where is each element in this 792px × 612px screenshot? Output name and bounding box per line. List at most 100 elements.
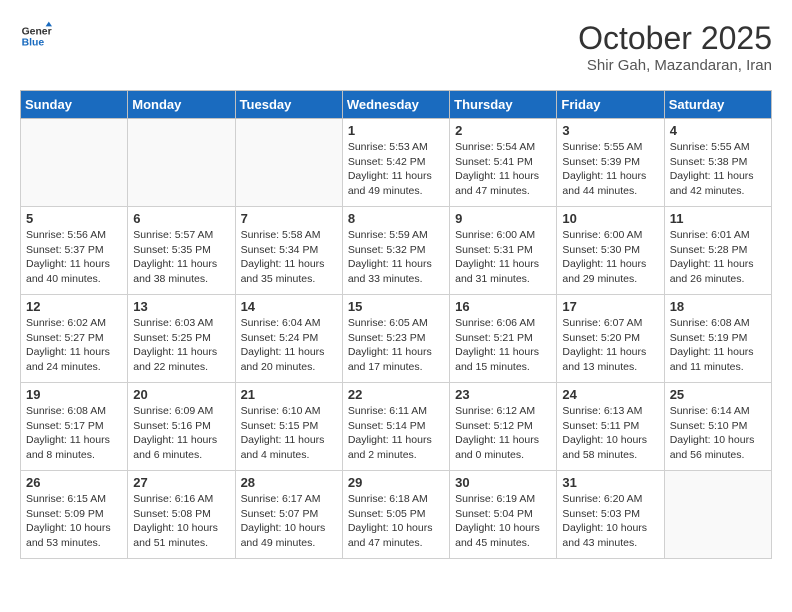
- cell-details: Sunrise: 6:18 AM Sunset: 5:05 PM Dayligh…: [348, 492, 444, 551]
- cell-details: Sunrise: 6:04 AM Sunset: 5:24 PM Dayligh…: [241, 316, 337, 375]
- calendar-cell: [21, 119, 128, 207]
- day-number: 24: [562, 387, 658, 402]
- calendar-cell: 5Sunrise: 5:56 AM Sunset: 5:37 PM Daylig…: [21, 207, 128, 295]
- cell-details: Sunrise: 6:15 AM Sunset: 5:09 PM Dayligh…: [26, 492, 122, 551]
- cell-details: Sunrise: 6:10 AM Sunset: 5:15 PM Dayligh…: [241, 404, 337, 463]
- weekday-header-row: SundayMondayTuesdayWednesdayThursdayFrid…: [21, 91, 772, 119]
- weekday-header-wednesday: Wednesday: [342, 91, 449, 119]
- day-number: 28: [241, 475, 337, 490]
- calendar-cell: 26Sunrise: 6:15 AM Sunset: 5:09 PM Dayli…: [21, 471, 128, 559]
- location-subtitle: Shir Gah, Mazandaran, Iran: [578, 57, 772, 74]
- calendar-cell: [235, 119, 342, 207]
- weekday-header-monday: Monday: [128, 91, 235, 119]
- cell-details: Sunrise: 6:00 AM Sunset: 5:31 PM Dayligh…: [455, 228, 551, 287]
- day-number: 30: [455, 475, 551, 490]
- cell-details: Sunrise: 6:02 AM Sunset: 5:27 PM Dayligh…: [26, 316, 122, 375]
- month-title: October 2025: [578, 20, 772, 57]
- calendar-cell: 27 Sunrise: 6:16 AM Sunset: 5:08 PM Dayli…: [128, 471, 235, 559]
- cell-details: Sunrise: 5:58 AM Sunset: 5:34 PM Dayligh…: [241, 228, 337, 287]
- day-number: 11: [670, 211, 766, 226]
- calendar-cell: 12Sunrise: 6:02 AM Sunset: 5:27 PM Dayli…: [21, 295, 128, 383]
- weekday-header-tuesday: Tuesday: [235, 91, 342, 119]
- svg-text:Blue: Blue: [22, 38, 45, 49]
- calendar-cell: 25Sunrise: 6:14 AM Sunset: 5:10 PM Dayli…: [664, 383, 771, 471]
- cell-details: Sunrise: 6:19 AM Sunset: 5:04 PM Dayligh…: [455, 492, 551, 551]
- day-number: 25: [670, 387, 766, 402]
- cell-details: Sunrise: 5:57 AM Sunset: 5:35 PM Dayligh…: [133, 228, 229, 287]
- calendar-cell: 29 Sunrise: 6:18 AM Sunset: 5:05 PM Dayli…: [342, 471, 449, 559]
- cell-details: Sunrise: 6:08 AM Sunset: 5:17 PM Dayligh…: [26, 404, 122, 463]
- calendar-week-3: 12Sunrise: 6:02 AM Sunset: 5:27 PM Dayli…: [21, 295, 772, 383]
- day-number: 1: [348, 123, 444, 138]
- day-number: 15: [348, 299, 444, 314]
- day-number: 22: [348, 387, 444, 402]
- day-number: 13: [133, 299, 229, 314]
- calendar-cell: 1 Sunrise: 5:53 AM Sunset: 5:42 PM Daylig…: [342, 119, 449, 207]
- day-number: 10: [562, 211, 658, 226]
- calendar-cell: 28 Sunrise: 6:17 AM Sunset: 5:07 PM Dayli…: [235, 471, 342, 559]
- day-number: 9: [455, 211, 551, 226]
- calendar-cell: [128, 119, 235, 207]
- calendar-cell: 7 Sunrise: 5:58 AM Sunset: 5:34 PM Daylig…: [235, 207, 342, 295]
- calendar-cell: 21 Sunrise: 6:10 AM Sunset: 5:15 PM Dayli…: [235, 383, 342, 471]
- cell-details: Sunrise: 5:55 AM Sunset: 5:39 PM Dayligh…: [562, 140, 658, 199]
- cell-details: Sunrise: 6:16 AM Sunset: 5:08 PM Dayligh…: [133, 492, 229, 551]
- cell-details: Sunrise: 6:17 AM Sunset: 5:07 PM Dayligh…: [241, 492, 337, 551]
- day-number: 6: [133, 211, 229, 226]
- calendar-cell: 4Sunrise: 5:55 AM Sunset: 5:38 PM Daylig…: [664, 119, 771, 207]
- logo-icon: General Blue: [20, 20, 52, 52]
- calendar-cell: 10 Sunrise: 6:00 AM Sunset: 5:30 PM Dayli…: [557, 207, 664, 295]
- cell-details: Sunrise: 6:09 AM Sunset: 5:16 PM Dayligh…: [133, 404, 229, 463]
- calendar-cell: 22 Sunrise: 6:11 AM Sunset: 5:14 PM Dayli…: [342, 383, 449, 471]
- calendar-week-2: 5Sunrise: 5:56 AM Sunset: 5:37 PM Daylig…: [21, 207, 772, 295]
- calendar-cell: 30 Sunrise: 6:19 AM Sunset: 5:04 PM Dayli…: [450, 471, 557, 559]
- calendar-cell: 16 Sunrise: 6:06 AM Sunset: 5:21 PM Dayli…: [450, 295, 557, 383]
- calendar-cell: 24 Sunrise: 6:13 AM Sunset: 5:11 PM Dayli…: [557, 383, 664, 471]
- svg-text:General: General: [22, 26, 52, 37]
- day-number: 3: [562, 123, 658, 138]
- calendar-cell: 2Sunrise: 5:54 AM Sunset: 5:41 PM Daylig…: [450, 119, 557, 207]
- cell-details: Sunrise: 6:08 AM Sunset: 5:19 PM Dayligh…: [670, 316, 766, 375]
- calendar-cell: 14Sunrise: 6:04 AM Sunset: 5:24 PM Dayli…: [235, 295, 342, 383]
- day-number: 17: [562, 299, 658, 314]
- cell-details: Sunrise: 6:06 AM Sunset: 5:21 PM Dayligh…: [455, 316, 551, 375]
- cell-details: Sunrise: 5:59 AM Sunset: 5:32 PM Dayligh…: [348, 228, 444, 287]
- calendar-cell: 19 Sunrise: 6:08 AM Sunset: 5:17 PM Dayli…: [21, 383, 128, 471]
- calendar-cell: 8 Sunrise: 5:59 AM Sunset: 5:32 PM Daylig…: [342, 207, 449, 295]
- cell-details: Sunrise: 6:20 AM Sunset: 5:03 PM Dayligh…: [562, 492, 658, 551]
- cell-details: Sunrise: 6:11 AM Sunset: 5:14 PM Dayligh…: [348, 404, 444, 463]
- weekday-header-friday: Friday: [557, 91, 664, 119]
- calendar-cell: 15 Sunrise: 6:05 AM Sunset: 5:23 PM Dayli…: [342, 295, 449, 383]
- cell-details: Sunrise: 6:07 AM Sunset: 5:20 PM Dayligh…: [562, 316, 658, 375]
- weekday-header-sunday: Sunday: [21, 91, 128, 119]
- logo: General Blue: [20, 20, 52, 52]
- cell-details: Sunrise: 6:12 AM Sunset: 5:12 PM Dayligh…: [455, 404, 551, 463]
- title-block: October 2025 Shir Gah, Mazandaran, Iran: [578, 20, 772, 74]
- calendar-table: SundayMondayTuesdayWednesdayThursdayFrid…: [20, 90, 772, 559]
- cell-details: Sunrise: 6:00 AM Sunset: 5:30 PM Dayligh…: [562, 228, 658, 287]
- day-number: 16: [455, 299, 551, 314]
- day-number: 31: [562, 475, 658, 490]
- calendar-cell: 11Sunrise: 6:01 AM Sunset: 5:28 PM Dayli…: [664, 207, 771, 295]
- page-header: General Blue October 2025 Shir Gah, Maza…: [20, 20, 772, 74]
- calendar-week-5: 26Sunrise: 6:15 AM Sunset: 5:09 PM Dayli…: [21, 471, 772, 559]
- cell-details: Sunrise: 6:05 AM Sunset: 5:23 PM Dayligh…: [348, 316, 444, 375]
- day-number: 29: [348, 475, 444, 490]
- calendar-week-1: 1 Sunrise: 5:53 AM Sunset: 5:42 PM Daylig…: [21, 119, 772, 207]
- day-number: 7: [241, 211, 337, 226]
- day-number: 8: [348, 211, 444, 226]
- day-number: 5: [26, 211, 122, 226]
- calendar-cell: 23 Sunrise: 6:12 AM Sunset: 5:12 PM Dayli…: [450, 383, 557, 471]
- calendar-cell: [664, 471, 771, 559]
- weekday-header-saturday: Saturday: [664, 91, 771, 119]
- calendar-cell: 18Sunrise: 6:08 AM Sunset: 5:19 PM Dayli…: [664, 295, 771, 383]
- calendar-cell: 31 Sunrise: 6:20 AM Sunset: 5:03 PM Dayli…: [557, 471, 664, 559]
- cell-details: Sunrise: 5:53 AM Sunset: 5:42 PM Dayligh…: [348, 140, 444, 199]
- day-number: 2: [455, 123, 551, 138]
- day-number: 21: [241, 387, 337, 402]
- day-number: 19: [26, 387, 122, 402]
- cell-details: Sunrise: 6:13 AM Sunset: 5:11 PM Dayligh…: [562, 404, 658, 463]
- day-number: 23: [455, 387, 551, 402]
- calendar-cell: 6 Sunrise: 5:57 AM Sunset: 5:35 PM Daylig…: [128, 207, 235, 295]
- day-number: 27: [133, 475, 229, 490]
